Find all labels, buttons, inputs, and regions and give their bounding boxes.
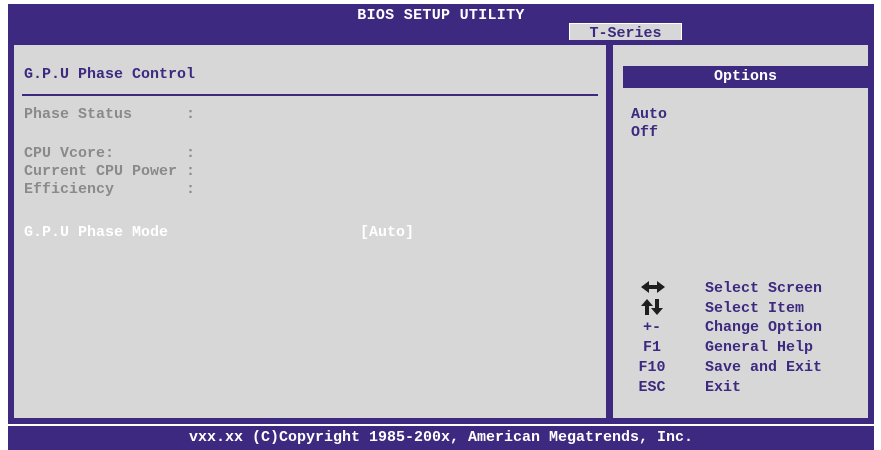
window-title: BIOS SETUP UTILITY [357, 7, 525, 24]
help-key-esc: ESC [638, 379, 666, 396]
option-off[interactable]: Off [631, 124, 658, 142]
title-bar: BIOS SETUP UTILITY T-Series [8, 4, 874, 44]
help-text-save-and-exit: Save and Exit [705, 359, 823, 376]
heading-divider [22, 94, 598, 96]
options-header: Options [623, 66, 868, 88]
help-text-select-screen: Select Screen [705, 280, 823, 297]
up-down-arrows-icon [633, 297, 671, 317]
page-title: G.P.U Phase Control [24, 66, 196, 83]
help-text-general-help: General Help [705, 339, 814, 356]
copyright-footer: vxx.xx (C)Copyright 1985-200x, American … [8, 426, 874, 450]
efficiency-label: Efficiency : [24, 181, 196, 198]
help-key-plus-minus: +- [642, 319, 661, 336]
help-key-f1: F1 [642, 339, 661, 356]
current-cpu-power-label: Current CPU Power : [24, 163, 196, 180]
cpu-vcore-label: CPU Vcore: : [24, 145, 196, 162]
help-text-exit: Exit [705, 379, 742, 396]
gpu-phase-mode-value[interactable]: [Auto] [360, 224, 414, 241]
option-auto[interactable]: Auto [631, 106, 667, 124]
help-key-f10: F10 [638, 359, 666, 376]
left-right-arrows-icon [633, 277, 671, 297]
help-text-select-item: Select Item [705, 300, 805, 317]
gpu-phase-mode-label[interactable]: G.P.U Phase Mode [24, 224, 168, 242]
phase-status-label: Phase Status : [24, 106, 196, 123]
help-text-change-option: Change Option [705, 319, 823, 336]
